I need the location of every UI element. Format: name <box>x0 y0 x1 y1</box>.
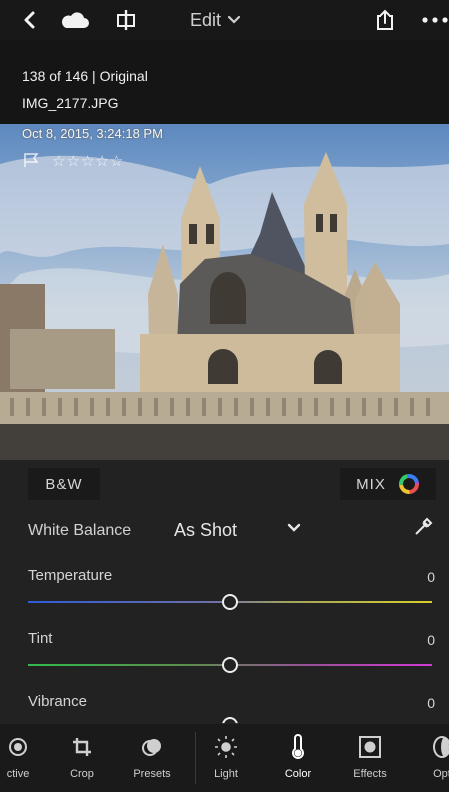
back-chevron-icon[interactable] <box>18 6 42 34</box>
bottom-tool-nav: ctive Crop Presets Light Color Effects O… <box>0 724 449 792</box>
chevron-down-icon <box>227 15 241 24</box>
flag-icon[interactable] <box>22 152 40 168</box>
nav-item-presets[interactable]: Presets <box>122 734 182 788</box>
optics-icon <box>412 734 449 760</box>
nav-item-crop[interactable]: Crop <box>52 734 112 788</box>
nav-label-optics: Opt <box>433 768 449 780</box>
white-balance-label: White Balance <box>28 522 132 539</box>
tint-slider-thumb[interactable] <box>222 657 238 673</box>
nav-item-optics[interactable]: Opt <box>412 734 449 788</box>
nav-label-crop: Crop <box>70 768 94 780</box>
vibrance-value: 0 <box>427 695 435 711</box>
star-rating[interactable]: ☆☆☆☆☆ <box>52 152 124 170</box>
presets-icon <box>122 734 182 760</box>
temperature-value: 0 <box>427 569 435 585</box>
mix-button[interactable]: MIX <box>340 468 436 500</box>
tint-value: 0 <box>427 632 435 648</box>
thermometer-icon <box>268 734 328 760</box>
share-icon[interactable] <box>372 6 398 34</box>
nav-label-color: Color <box>284 768 312 780</box>
temperature-label: Temperature <box>28 567 113 584</box>
white-balance-value[interactable]: As Shot <box>174 520 237 541</box>
sun-icon <box>196 734 256 760</box>
nav-item-light[interactable]: Light <box>196 734 256 788</box>
nav-label-effects: Effects <box>353 768 387 780</box>
tint-label: Tint <box>28 630 53 647</box>
vibrance-label: Vibrance <box>28 693 87 710</box>
white-balance-chevron-icon[interactable] <box>287 522 301 534</box>
nav-label-selective: ctive <box>6 768 30 780</box>
photo-info-header: 138 of 146 | Original IMG_2177.JPG <box>0 40 449 124</box>
color-wheel-icon <box>398 474 419 494</box>
effects-icon <box>340 734 400 760</box>
nav-label-presets: Presets <box>133 768 171 780</box>
bw-button[interactable]: B&W <box>28 468 100 500</box>
nav-item-color[interactable]: Color <box>268 734 328 788</box>
photo-preview[interactable]: Oct 8, 2015, 3:24:18 PM ☆☆☆☆☆ <box>0 124 449 460</box>
building-photo <box>0 152 449 460</box>
mix-label: MIX <box>356 475 386 493</box>
selective-icon <box>0 734 48 760</box>
color-panel: B&W MIX White Balance As Shot Temperatur… <box>0 460 449 724</box>
crop-icon <box>52 734 112 760</box>
nav-label-light: Light <box>214 768 238 780</box>
top-toolbar: Edit <box>0 0 449 40</box>
edit-mode-label: Edit <box>190 9 222 30</box>
cloud-icon[interactable] <box>58 6 92 34</box>
nav-item-effects[interactable]: Effects <box>340 734 400 788</box>
edit-mode-dropdown[interactable]: Edit <box>190 6 241 34</box>
photo-date: Oct 8, 2015, 3:24:18 PM <box>22 126 163 141</box>
compare-icon[interactable] <box>112 6 140 34</box>
photo-count: 138 of 146 | Original <box>22 68 148 84</box>
photo-filename: IMG_2177.JPG <box>22 95 119 111</box>
nav-item-selective[interactable]: ctive <box>0 734 48 788</box>
eyedropper-icon[interactable] <box>412 516 434 538</box>
more-options-icon[interactable] <box>420 6 449 34</box>
temperature-slider-thumb[interactable] <box>222 594 238 610</box>
